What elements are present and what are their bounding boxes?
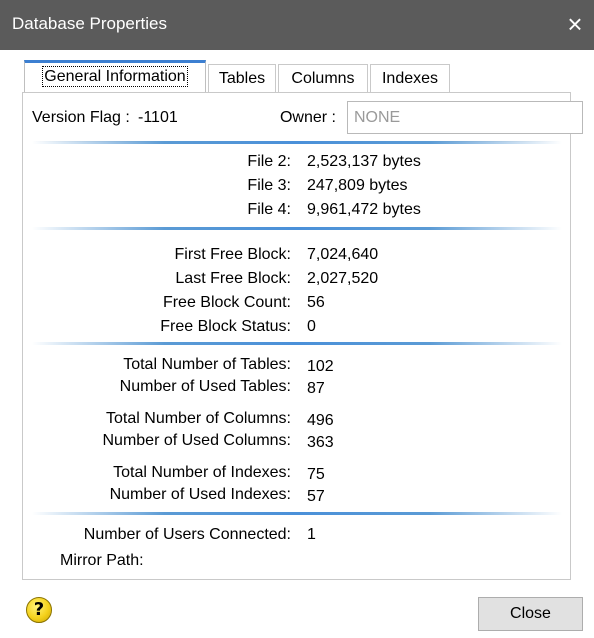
file-size-value: 247,809 bytes (307, 177, 408, 194)
used-tables-value: 87 (307, 380, 325, 397)
used-columns-value: 363 (307, 434, 334, 451)
divider (32, 141, 562, 144)
mirror-path-label: Mirror Path: (60, 552, 144, 569)
divider (32, 512, 562, 515)
tab-label: Indexes (381, 70, 439, 87)
divider (32, 227, 562, 230)
used-indexes-value: 57 (307, 488, 325, 505)
total-tables-label: Total Number of Tables: (123, 356, 291, 373)
file-label: File 4: (247, 201, 291, 218)
window-title: Database Properties (12, 14, 167, 33)
tab-label: Columns (291, 70, 355, 87)
used-tables-label: Number of Used Tables: (119, 378, 291, 395)
last-free-block-value: 2,027,520 (307, 270, 379, 287)
file-size-value: 9,961,472 bytes (307, 201, 421, 218)
close-icon[interactable]: × (560, 8, 590, 40)
file-label: File 3: (247, 177, 291, 194)
total-tables-value: 102 (307, 358, 334, 375)
title-bar: Database Properties × (0, 0, 594, 50)
total-indexes-label: Total Number of Indexes: (113, 464, 291, 481)
tab-tables[interactable]: Tables (208, 64, 276, 92)
tab-label: General Information (42, 66, 188, 87)
version-flag-value: -1101 (138, 109, 178, 126)
owner-label: Owner : (279, 109, 336, 126)
help-icon[interactable]: ? (26, 597, 52, 623)
free-block-status-value: 0 (307, 318, 316, 335)
tab-panel (22, 92, 571, 580)
used-indexes-label: Number of Used Indexes: (109, 486, 291, 503)
first-free-block-value: 7,024,640 (307, 246, 379, 263)
owner-field[interactable]: NONE (347, 101, 583, 134)
database-properties-dialog: Database Properties × General Informatio… (0, 0, 594, 638)
tab-columns[interactable]: Columns (278, 64, 368, 92)
free-block-count-label: Free Block Count: (162, 294, 291, 311)
file-label: File 2: (247, 153, 291, 170)
users-connected-value: 1 (307, 526, 316, 543)
version-flag-label: Version Flag : (32, 109, 130, 126)
users-connected-label: Number of Users Connected: (83, 526, 291, 543)
last-free-block-label: Last Free Block: (175, 270, 291, 287)
total-columns-value: 496 (307, 412, 334, 429)
total-indexes-value: 75 (307, 466, 325, 483)
free-block-count-value: 56 (307, 294, 325, 311)
total-columns-label: Total Number of Columns: (106, 410, 291, 427)
first-free-block-label: First Free Block: (174, 246, 291, 263)
tab-indexes[interactable]: Indexes (370, 64, 450, 92)
free-block-status-label: Free Block Status: (160, 318, 291, 335)
close-button[interactable]: Close (478, 597, 583, 631)
tab-label: Tables (218, 70, 266, 87)
divider (32, 342, 562, 345)
file-size-value: 2,523,137 bytes (307, 153, 421, 170)
tab-general-information[interactable]: General Information (24, 60, 206, 93)
used-columns-label: Number of Used Columns: (102, 432, 291, 449)
